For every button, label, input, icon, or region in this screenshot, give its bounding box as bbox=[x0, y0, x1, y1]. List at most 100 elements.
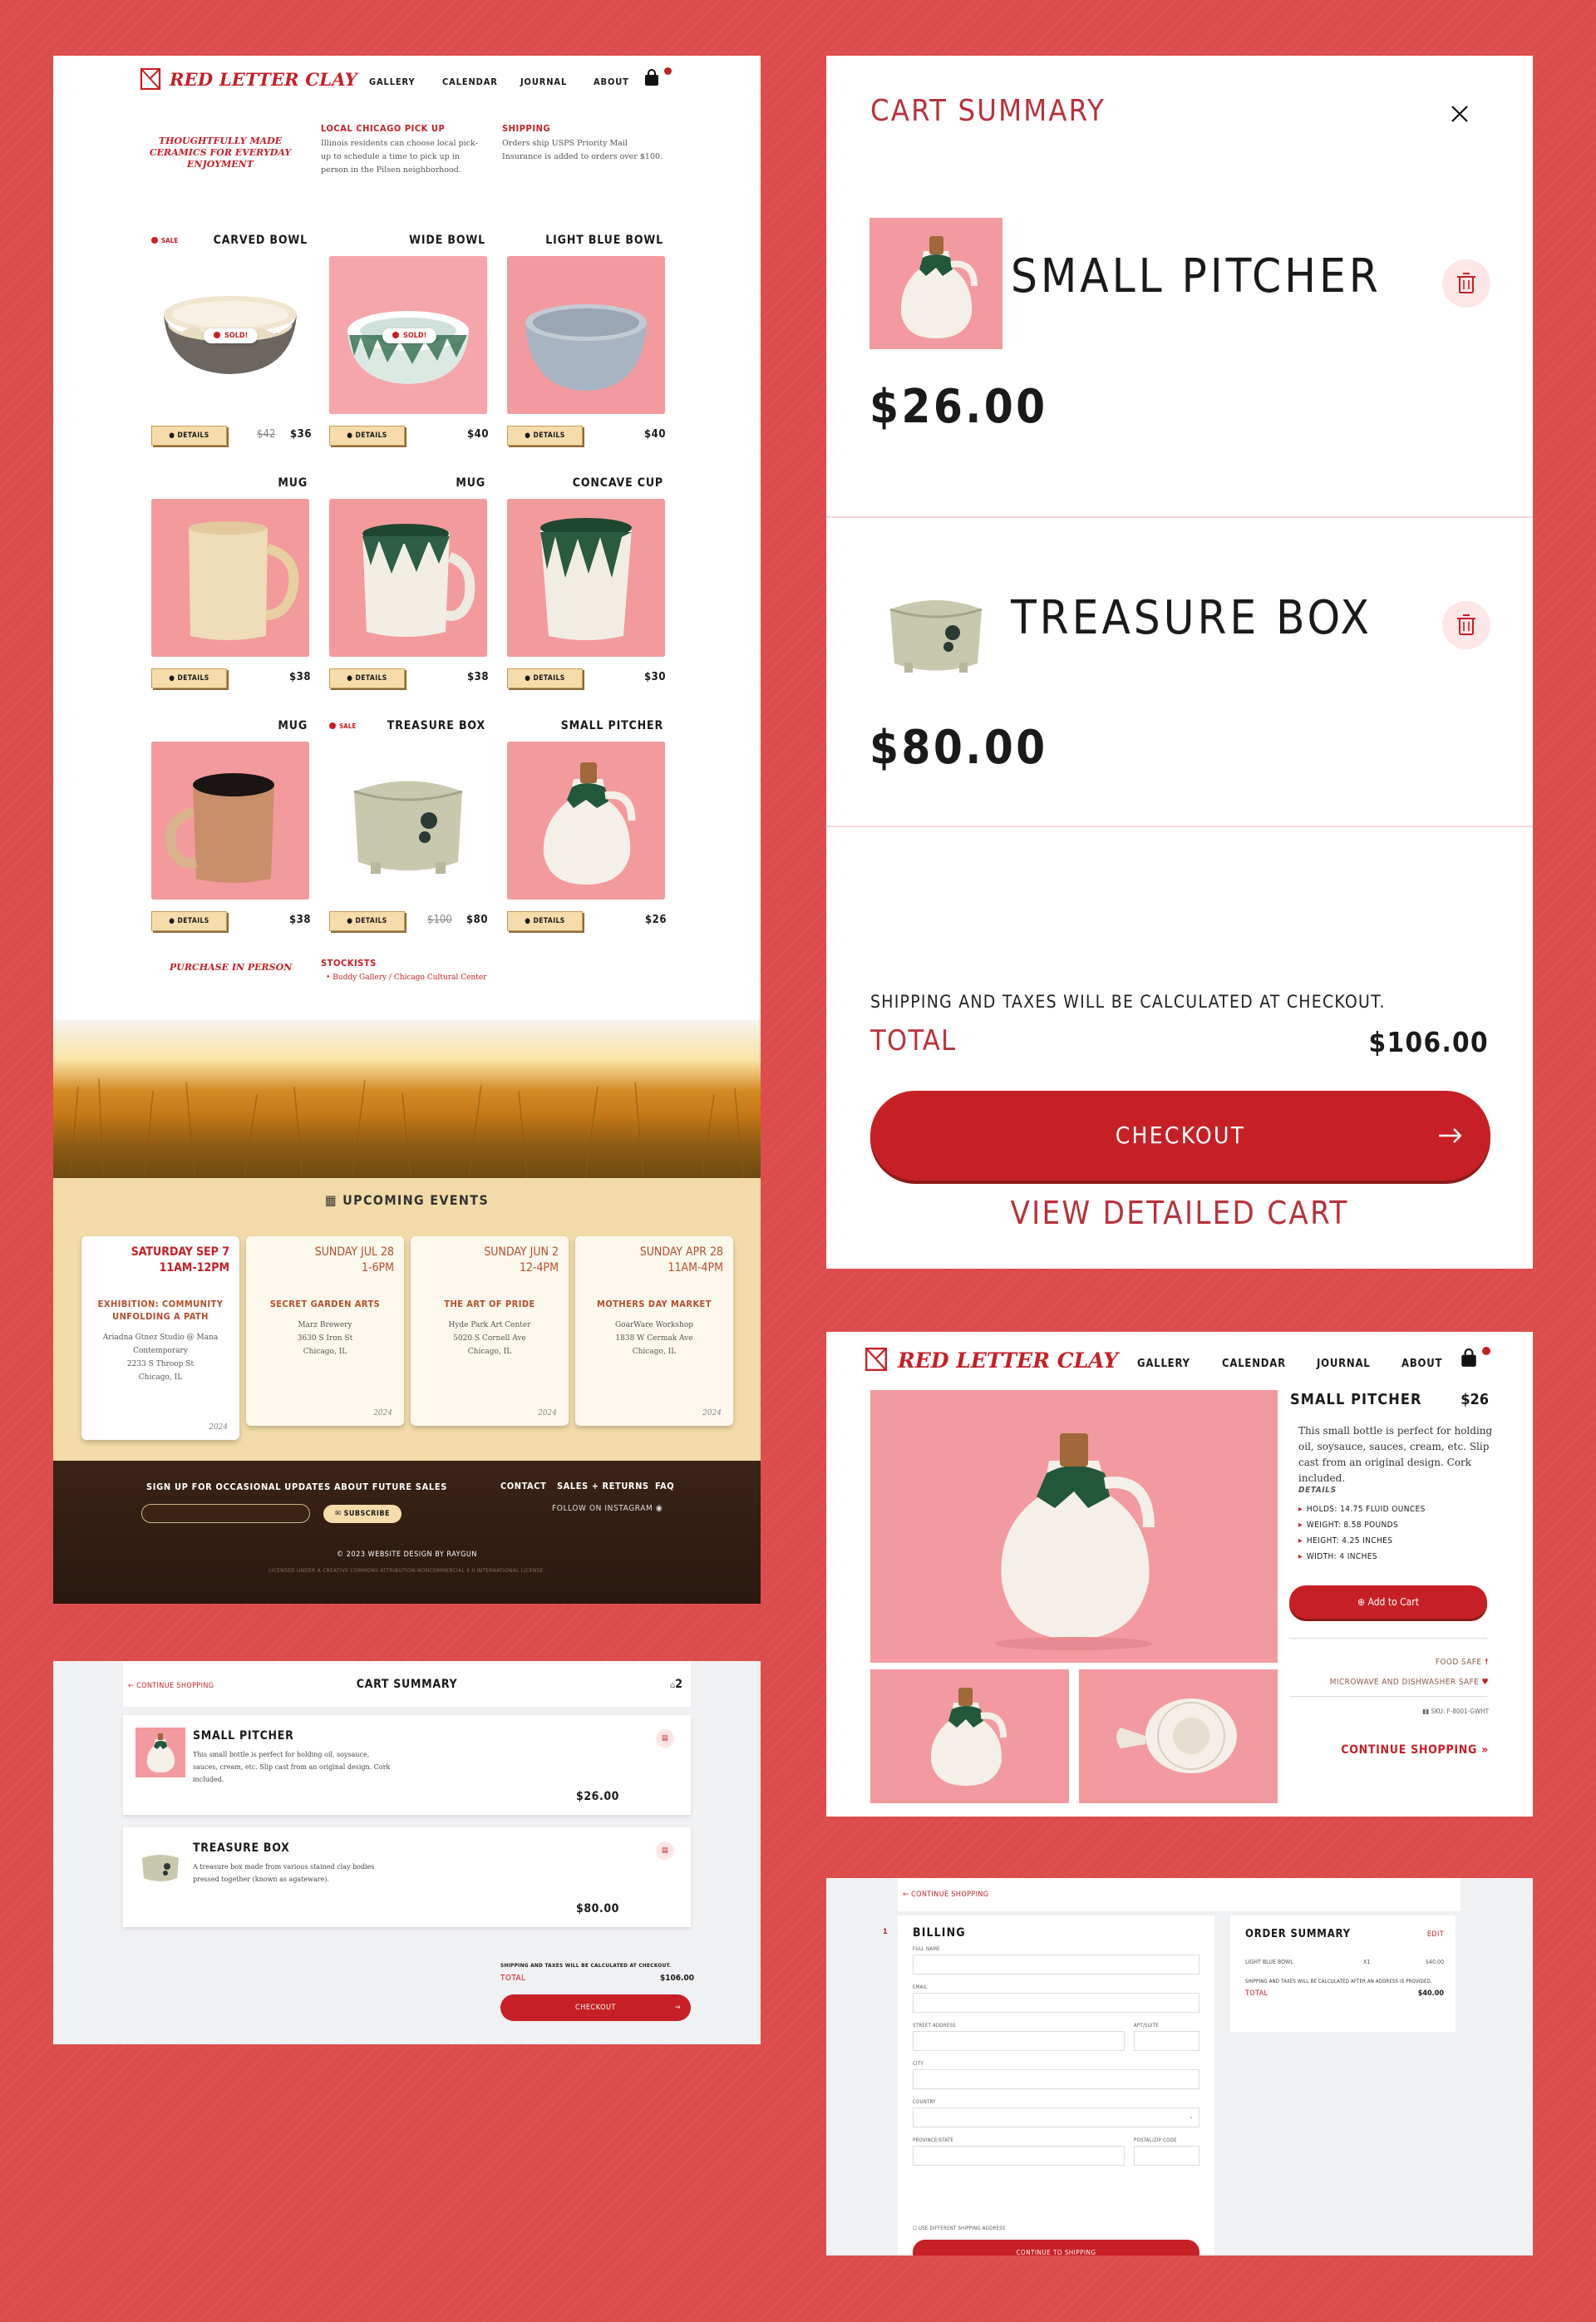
field-label: CITY bbox=[913, 2061, 924, 2067]
trash-icon[interactable]: ▤ bbox=[656, 1729, 674, 1748]
events-heading: ▦ UPCOMING EVENTS bbox=[325, 1192, 489, 1208]
stockist-link[interactable]: • Buddy Gallery / Chicago Cultural Cente… bbox=[326, 974, 486, 982]
tag-icon: ● bbox=[169, 917, 178, 925]
shopping-bag-icon[interactable] bbox=[643, 69, 660, 87]
logo-icon[interactable] bbox=[864, 1347, 888, 1372]
product-name[interactable]: CARVED BOWL bbox=[214, 234, 308, 247]
product-image-mug[interactable] bbox=[329, 499, 487, 657]
province-input[interactable] bbox=[913, 2146, 1125, 2166]
product-image-light-blue-bowl[interactable] bbox=[507, 256, 665, 414]
apt-suite-input[interactable] bbox=[1134, 2031, 1199, 2051]
product-image-concave-cup[interactable] bbox=[507, 499, 665, 657]
postal-code-input[interactable] bbox=[1134, 2146, 1199, 2166]
nav-calendar[interactable]: CALENDAR bbox=[442, 76, 498, 87]
product-name[interactable]: MUG bbox=[278, 476, 308, 490]
details-button[interactable]: ● DETAILS bbox=[329, 668, 405, 688]
tag-icon: ● bbox=[347, 917, 356, 925]
nav-gallery[interactable]: GALLERY bbox=[1137, 1358, 1190, 1370]
nav-journal[interactable]: JOURNAL bbox=[520, 76, 567, 87]
tag-icon: ● bbox=[347, 674, 356, 683]
total-label: TOTAL bbox=[870, 1024, 957, 1057]
product-price: $40 bbox=[467, 428, 489, 441]
street-address-input[interactable] bbox=[913, 2031, 1125, 2051]
footer-link-sales-returns[interactable]: SALES + RETURNS bbox=[557, 1481, 649, 1491]
nav-about[interactable]: ABOUT bbox=[594, 76, 629, 87]
checkout-button[interactable]: CHECKOUT → bbox=[500, 1994, 691, 2021]
delete-item-button[interactable] bbox=[1442, 601, 1490, 649]
details-button[interactable]: ● DETAILS bbox=[151, 668, 227, 688]
subscribe-button[interactable]: ✉ SUBSCRIBE bbox=[323, 1505, 401, 1523]
details-button[interactable]: ● DETAILS bbox=[329, 911, 405, 931]
details-button[interactable]: ● DETAILS bbox=[507, 911, 583, 931]
nav-calendar[interactable]: CALENDAR bbox=[1222, 1358, 1286, 1370]
cart-item-name: SMALL PITCHER bbox=[193, 1729, 294, 1743]
details-button[interactable]: ● DETAILS bbox=[151, 426, 227, 446]
details-button[interactable]: ● DETAILS bbox=[507, 426, 583, 446]
product-price: $26 bbox=[1461, 1391, 1489, 1408]
nav-about[interactable]: ABOUT bbox=[1401, 1358, 1442, 1370]
nav-gallery[interactable]: GALLERY bbox=[369, 76, 416, 87]
details-button[interactable]: ● DETAILS bbox=[151, 911, 227, 931]
view-detailed-cart-link[interactable]: VIEW DETAILED CART bbox=[826, 1195, 1533, 1231]
product-name[interactable]: LIGHT BLUE BOWL bbox=[545, 234, 663, 247]
logo-text[interactable]: RED LETTER CLAY bbox=[898, 1348, 1118, 1373]
cart-item-name: TREASURE BOX bbox=[1011, 591, 1372, 645]
purchase-in-person-heading: PURCHASE IN PERSON bbox=[170, 962, 293, 973]
product-name[interactable]: MUG bbox=[456, 476, 485, 490]
delete-item-button[interactable] bbox=[1442, 259, 1490, 308]
continue-shopping-link[interactable]: ← CONTINUE SHOPPING bbox=[903, 1891, 988, 1899]
product-image-treasure-box[interactable] bbox=[329, 742, 487, 900]
product-name[interactable]: SMALL PITCHER bbox=[561, 719, 663, 732]
newsletter-email-input[interactable] bbox=[141, 1504, 310, 1523]
edit-link[interactable]: EDIT bbox=[1427, 1930, 1444, 1939]
full-name-input[interactable] bbox=[913, 1955, 1199, 1974]
product-image-mug[interactable] bbox=[151, 742, 309, 900]
footer-link-faq[interactable]: FAQ bbox=[655, 1481, 674, 1491]
event-card[interactable]: SATURDAY SEP 7 11AM-12PM EXHIBITION: COM… bbox=[81, 1236, 239, 1440]
product-name[interactable]: CONCAVE CUP bbox=[573, 476, 663, 490]
logo-icon[interactable] bbox=[140, 67, 161, 91]
continue-to-shipping-button[interactable]: CONTINUE TO SHIPPING bbox=[913, 2240, 1199, 2255]
event-card[interactable]: SUNDAY APR 28 11AM-4PM MOTHERS DAY MARKE… bbox=[575, 1236, 733, 1426]
country-select[interactable]: ⌄ bbox=[913, 2108, 1199, 2127]
details-button[interactable]: ● DETAILS bbox=[507, 668, 583, 688]
trash-icon[interactable]: ▤ bbox=[656, 1841, 674, 1860]
product-thumbnail[interactable] bbox=[870, 1669, 1069, 1803]
product-name[interactable]: MUG bbox=[278, 719, 308, 732]
details-button[interactable]: ● DETAILS bbox=[329, 426, 405, 446]
product-name[interactable]: WIDE BOWL bbox=[409, 234, 485, 247]
product-main-image[interactable] bbox=[870, 1390, 1278, 1663]
shopping-bag-icon[interactable] bbox=[1460, 1348, 1478, 1368]
plus-circle-icon: ⊕ bbox=[1357, 1596, 1368, 1608]
tag-icon: ● bbox=[169, 431, 178, 440]
product-thumbnail[interactable] bbox=[1079, 1669, 1278, 1803]
product-image-small-pitcher[interactable] bbox=[507, 742, 665, 900]
chevron-down-icon: ⌄ bbox=[1188, 2112, 1194, 2120]
product-image-mug[interactable] bbox=[151, 499, 309, 657]
order-summary: ORDER SUMMARY EDIT LIGHT BLUE BOWL X1 $4… bbox=[1230, 1915, 1456, 2032]
nav-journal[interactable]: JOURNAL bbox=[1317, 1358, 1371, 1370]
trash-icon bbox=[1457, 614, 1475, 635]
instagram-link[interactable]: FOLLOW ON INSTAGRAM ◉ bbox=[552, 1504, 663, 1513]
product-name[interactable]: TREASURE BOX bbox=[387, 719, 485, 732]
add-to-cart-button[interactable]: ⊕ Add to Cart bbox=[1289, 1585, 1487, 1619]
different-shipping-checkbox[interactable]: ☐ USE DIFFERENT SHIPPING ADDRESS bbox=[913, 2226, 1005, 2231]
close-icon[interactable] bbox=[1450, 104, 1470, 124]
billing-heading: BILLING bbox=[913, 1926, 966, 1940]
product-price: $36 bbox=[290, 428, 312, 441]
cart-item-image bbox=[135, 1840, 185, 1890]
continue-shopping-link[interactable]: CONTINUE SHOPPING » bbox=[1341, 1743, 1489, 1757]
pickup-heading: LOCAL CHICAGO PICK UP bbox=[321, 123, 446, 134]
cart-summary-title: CART SUMMARY bbox=[870, 94, 1106, 128]
shipping-note: SHIPPING AND TAXES WILL BE CALCULATED AT… bbox=[870, 992, 1386, 1012]
event-card[interactable]: SUNDAY JUL 28 1-6PM SECRET GARDEN ARTS M… bbox=[246, 1236, 404, 1426]
checkout-panel: ← CONTINUE SHOPPING 1 BILLING FULL NAME … bbox=[826, 1878, 1533, 2255]
tagline: THOUGHTFULLY MADE CERAMICS FOR EVERYDAY … bbox=[149, 136, 292, 170]
footer-link-contact[interactable]: CONTACT bbox=[500, 1481, 546, 1491]
instagram-icon: ◉ bbox=[655, 1504, 663, 1513]
email-input[interactable] bbox=[913, 1993, 1199, 2013]
checkout-button[interactable]: CHECKOUT bbox=[870, 1091, 1490, 1181]
logo-text[interactable]: RED LETTER CLAY bbox=[170, 69, 357, 90]
city-input[interactable] bbox=[913, 2069, 1199, 2089]
event-card[interactable]: SUNDAY JUN 2 12-4PM THE ART OF PRIDE Hyd… bbox=[411, 1236, 569, 1426]
